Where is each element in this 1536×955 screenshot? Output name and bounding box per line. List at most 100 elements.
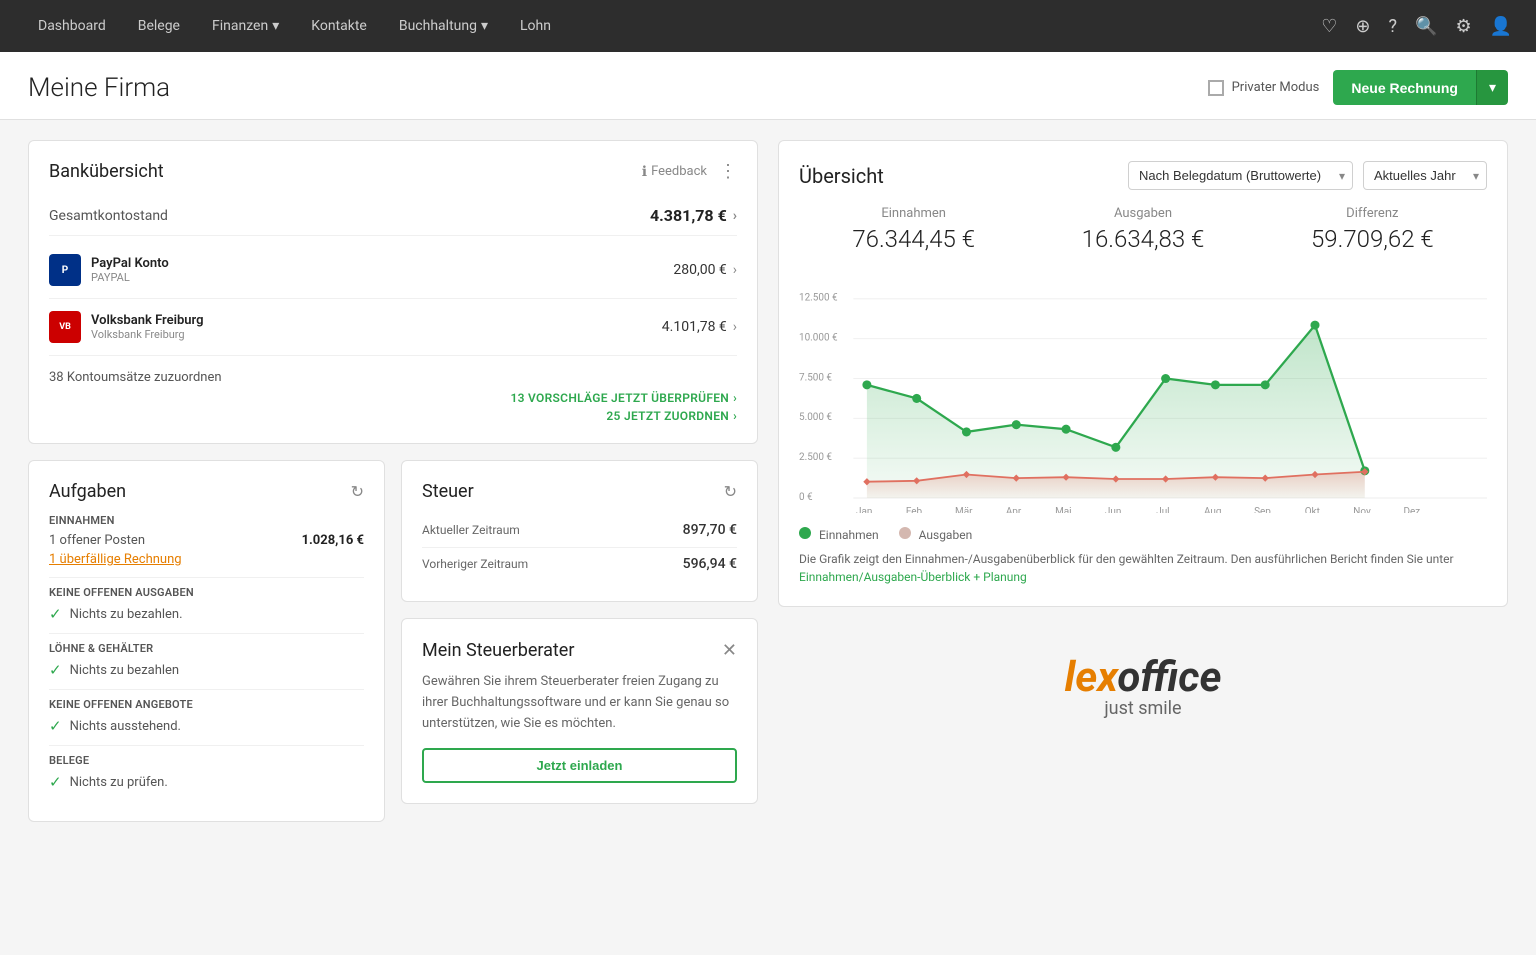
steuer-amount2: 596,94 € (683, 556, 737, 572)
bank-action1[interactable]: 13 VORSCHLÄGE JETZT ÜBERPRÜFEN › (510, 391, 737, 405)
main-content: Bankübersicht ℹ Feedback ⋮ Gesamtkontost… (0, 120, 1536, 842)
svg-text:Mär: Mär (955, 506, 973, 513)
feedback-icon: ℹ (642, 164, 647, 180)
bank-account-volksbank: VB Volksbank Freiburg Volksbank Freiburg… (49, 299, 737, 356)
einnahmen-legend-label: Einnahmen (819, 528, 879, 542)
overview-filters: Nach Belegdatum (Bruttowerte) Aktuelles … (1128, 161, 1487, 190)
gear-icon[interactable]: ⚙ (1455, 16, 1471, 37)
loehne-check-row: ✓ Nichts zu bezahlen (49, 661, 364, 679)
paypal-sub: PAYPAL (91, 271, 169, 284)
left-column: Bankübersicht ℹ Feedback ⋮ Gesamtkontost… (28, 140, 758, 822)
new-invoice-dropdown-button[interactable]: ▾ (1476, 70, 1508, 105)
volksbank-logo: VB (49, 311, 81, 343)
divider3 (49, 689, 364, 690)
aufgaben-angebote: Keine offenen Angebote ✓ Nichts ausstehe… (49, 698, 364, 735)
svg-text:Jun: Jun (1105, 506, 1121, 513)
ausgaben-label: Keine offenen Ausgaben (49, 586, 364, 599)
steuer-card: Steuer ↻ Aktueller Zeitraum 897,70 € Vor… (401, 460, 758, 602)
bank-card-header-right: ℹ Feedback ⋮ (642, 161, 737, 182)
feedback-button[interactable]: ℹ Feedback (642, 164, 707, 180)
chart-area: 0 € 2.500 € 5.000 € 7.500 € 10.000 € 12.… (799, 273, 1487, 513)
paypal-amount: 280,00 € › (673, 262, 737, 278)
offene-posten-row: 1 offener Posten 1.028,16 € (49, 533, 364, 548)
bank-card-menu[interactable]: ⋮ (719, 161, 737, 182)
user-icon[interactable]: 👤 (1490, 16, 1512, 37)
nav-lohn[interactable]: Lohn (506, 10, 565, 42)
svg-text:5.000 €: 5.000 € (799, 412, 832, 423)
svg-text:Nov: Nov (1353, 506, 1371, 513)
search-icon[interactable]: 🔍 (1415, 16, 1437, 37)
loehne-check: Nichts zu bezahlen (70, 663, 180, 678)
steuer-amount1: 897,70 € (683, 522, 737, 538)
stat-ausgaben: Ausgaben 16.634,83 € (1028, 206, 1257, 253)
filter1-select[interactable]: Nach Belegdatum (Bruttowerte) (1128, 161, 1353, 190)
nav-links: Dashboard Belege Finanzen ▾ Kontakte Buc… (24, 10, 1321, 42)
bank-card: Bankübersicht ℹ Feedback ⋮ Gesamtkontost… (28, 140, 758, 444)
svg-text:0 €: 0 € (799, 492, 813, 503)
private-mode-toggle[interactable]: Privater Modus (1208, 80, 1320, 96)
check-icon-loehne: ✓ (49, 661, 62, 679)
heart-icon[interactable]: ♡ (1321, 16, 1337, 37)
navbar: Dashboard Belege Finanzen ▾ Kontakte Buc… (0, 0, 1536, 52)
private-mode-checkbox[interactable] (1208, 80, 1224, 96)
bank-total-chevron[interactable]: › (733, 208, 737, 224)
steuer-header: Steuer ↻ (422, 481, 737, 502)
steuerberater-invite-button[interactable]: Jetzt einladen (422, 748, 737, 783)
steuerberater-title: Mein Steuerberater (422, 639, 574, 662)
nav-dashboard[interactable]: Dashboard (24, 10, 120, 42)
overdue-link[interactable]: 1 überfällige Rechnung (49, 552, 182, 567)
ausgaben-legend-dot (899, 527, 911, 539)
steuer-title: Steuer (422, 481, 474, 502)
stat-differenz: Differenz 59.709,62 € (1258, 206, 1487, 253)
aufgaben-title: Aufgaben (49, 481, 126, 502)
loehne-label: Löhne & Gehälter (49, 642, 364, 655)
nav-belege[interactable]: Belege (124, 10, 194, 42)
steuerberater-close-button[interactable]: ✕ (722, 640, 737, 661)
stat-ausgaben-value: 16.634,83 € (1028, 225, 1257, 253)
svg-text:Dez: Dez (1403, 506, 1420, 513)
steuer-row1: Aktueller Zeitraum 897,70 € (422, 514, 737, 548)
question-circle-icon[interactable]: ? (1389, 16, 1398, 37)
bank-unassigned-label: 38 Kontoumsätze zuzuordnen (49, 370, 737, 385)
check-icon-angebote: ✓ (49, 717, 62, 735)
aufgaben-refresh-icon[interactable]: ↻ (351, 482, 364, 501)
steuerberater-card: Mein Steuerberater ✕ Gewähren Sie ihrem … (401, 618, 758, 805)
einnahmen-legend-dot (799, 527, 811, 539)
logo-wrapper: lexoffice just smile (1065, 653, 1222, 719)
volksbank-details: Volksbank Freiburg Volksbank Freiburg (91, 313, 204, 341)
volksbank-sub: Volksbank Freiburg (91, 328, 204, 341)
bank-account-paypal: P PayPal Konto PAYPAL 280,00 € › (49, 242, 737, 299)
overdue-row: 1 überfällige Rechnung (49, 552, 364, 567)
bank-total-amount: 4.381,78 € › (650, 206, 737, 225)
chart-note-link[interactable]: Einnahmen/Ausgaben-Überblick + Planung (799, 570, 1027, 584)
new-invoice-btn-group: Neue Rechnung ▾ (1333, 70, 1508, 105)
offene-posten-amount: 1.028,16 € (302, 533, 364, 548)
einnahmen-label: Einnahmen (49, 514, 364, 527)
plus-circle-icon[interactable]: ⊕ (1355, 16, 1370, 37)
nav-buchhaltung[interactable]: Buchhaltung ▾ (385, 10, 502, 42)
new-invoice-button[interactable]: Neue Rechnung (1333, 70, 1476, 105)
page-title: Meine Firma (28, 73, 170, 103)
svg-text:2.500 €: 2.500 € (799, 452, 832, 463)
bank-card-title: Bankübersicht (49, 161, 164, 182)
volksbank-name: Volksbank Freiburg (91, 313, 204, 328)
steuerberater-text: Gewähren Sie ihrem Steuerberater freien … (422, 672, 737, 734)
filter2-select[interactable]: Aktuelles Jahr (1363, 161, 1487, 190)
right-mini-col: Steuer ↻ Aktueller Zeitraum 897,70 € Vor… (401, 460, 758, 822)
check-icon-ausgaben: ✓ (49, 605, 62, 623)
ausgaben-check: Nichts zu bezahlen. (70, 607, 183, 622)
paypal-chevron[interactable]: › (733, 262, 737, 278)
bank-action2[interactable]: 25 JETZT ZUORDNEN › (606, 409, 737, 423)
bank-footer-actions: 13 VORSCHLÄGE JETZT ÜBERPRÜFEN › 25 JETZ… (49, 391, 737, 423)
svg-text:Mai: Mai (1055, 506, 1072, 513)
volksbank-chevron[interactable]: › (733, 319, 737, 335)
nav-kontakte[interactable]: Kontakte (297, 10, 381, 42)
bank-total-label: Gesamtkontostand (49, 208, 168, 224)
stat-ausgaben-label: Ausgaben (1028, 206, 1257, 221)
bottom-row: Aufgaben ↻ Einnahmen 1 offener Posten 1.… (28, 460, 758, 822)
right-column: Übersicht Nach Belegdatum (Bruttowerte) … (778, 140, 1508, 822)
logo-area: lexoffice just smile (778, 623, 1508, 749)
belege-check: Nichts zu prüfen. (70, 775, 168, 790)
steuer-refresh-icon[interactable]: ↻ (724, 482, 737, 501)
nav-finanzen[interactable]: Finanzen ▾ (198, 10, 293, 42)
